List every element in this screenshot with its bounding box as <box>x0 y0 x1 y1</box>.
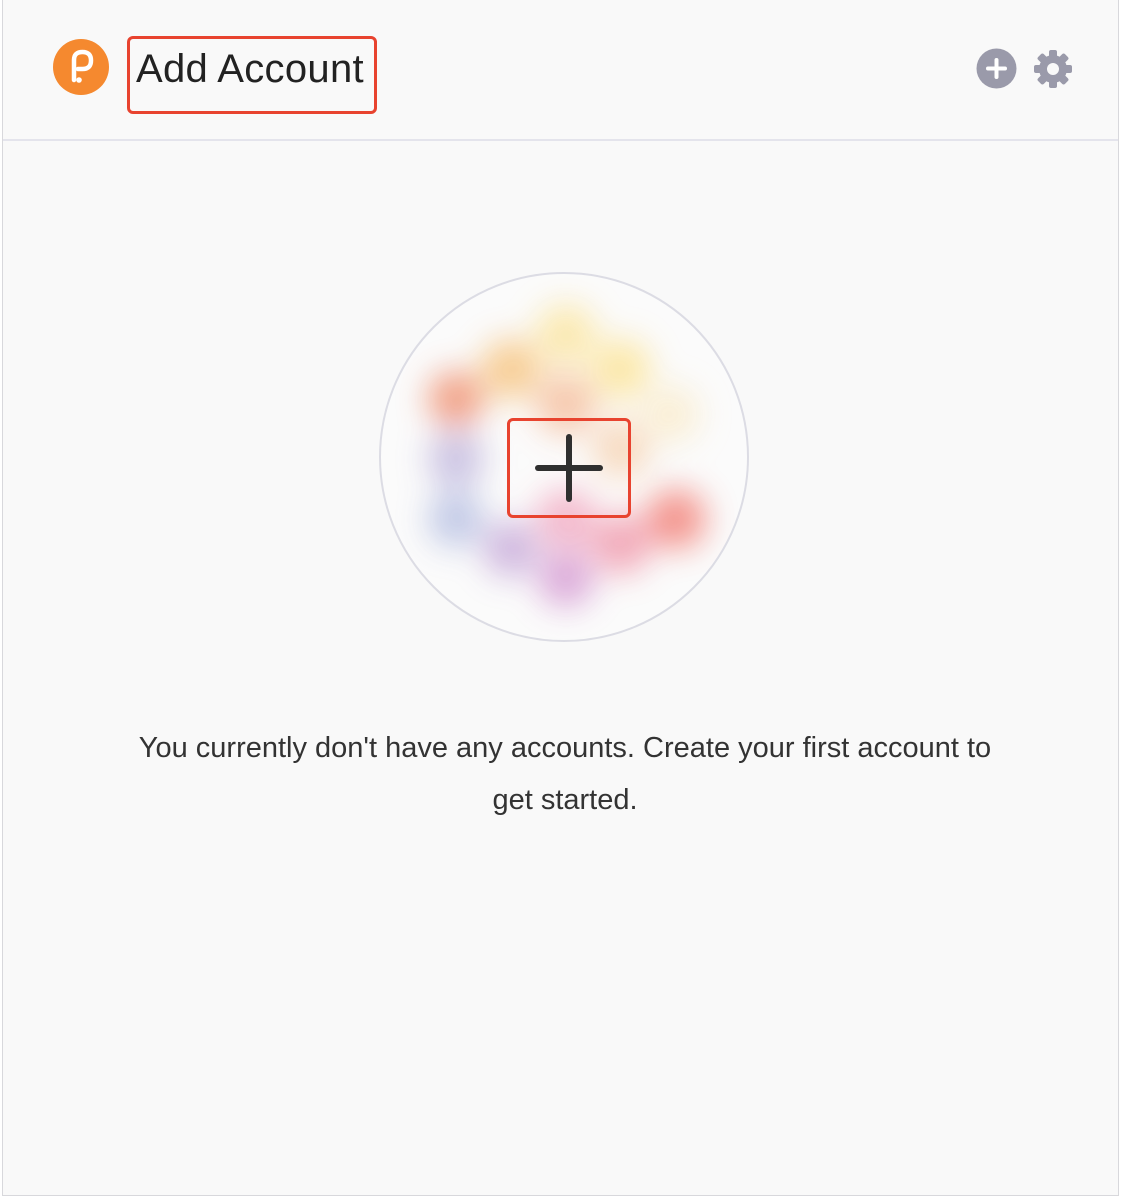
page-title: Add Account <box>136 47 364 91</box>
page-title-highlight: Add Account <box>127 36 377 114</box>
plus-circle-icon[interactable] <box>976 48 1017 89</box>
extension-popup: Add Account You currently don't have any… <box>2 0 1119 1196</box>
add-account-button[interactable] <box>507 418 631 518</box>
header: Add Account <box>3 0 1118 141</box>
gear-icon[interactable] <box>1032 48 1074 90</box>
polkadot-logo-icon <box>53 39 109 95</box>
empty-state-message: You currently don't have any accounts. C… <box>138 732 992 816</box>
plus-icon <box>534 433 604 503</box>
